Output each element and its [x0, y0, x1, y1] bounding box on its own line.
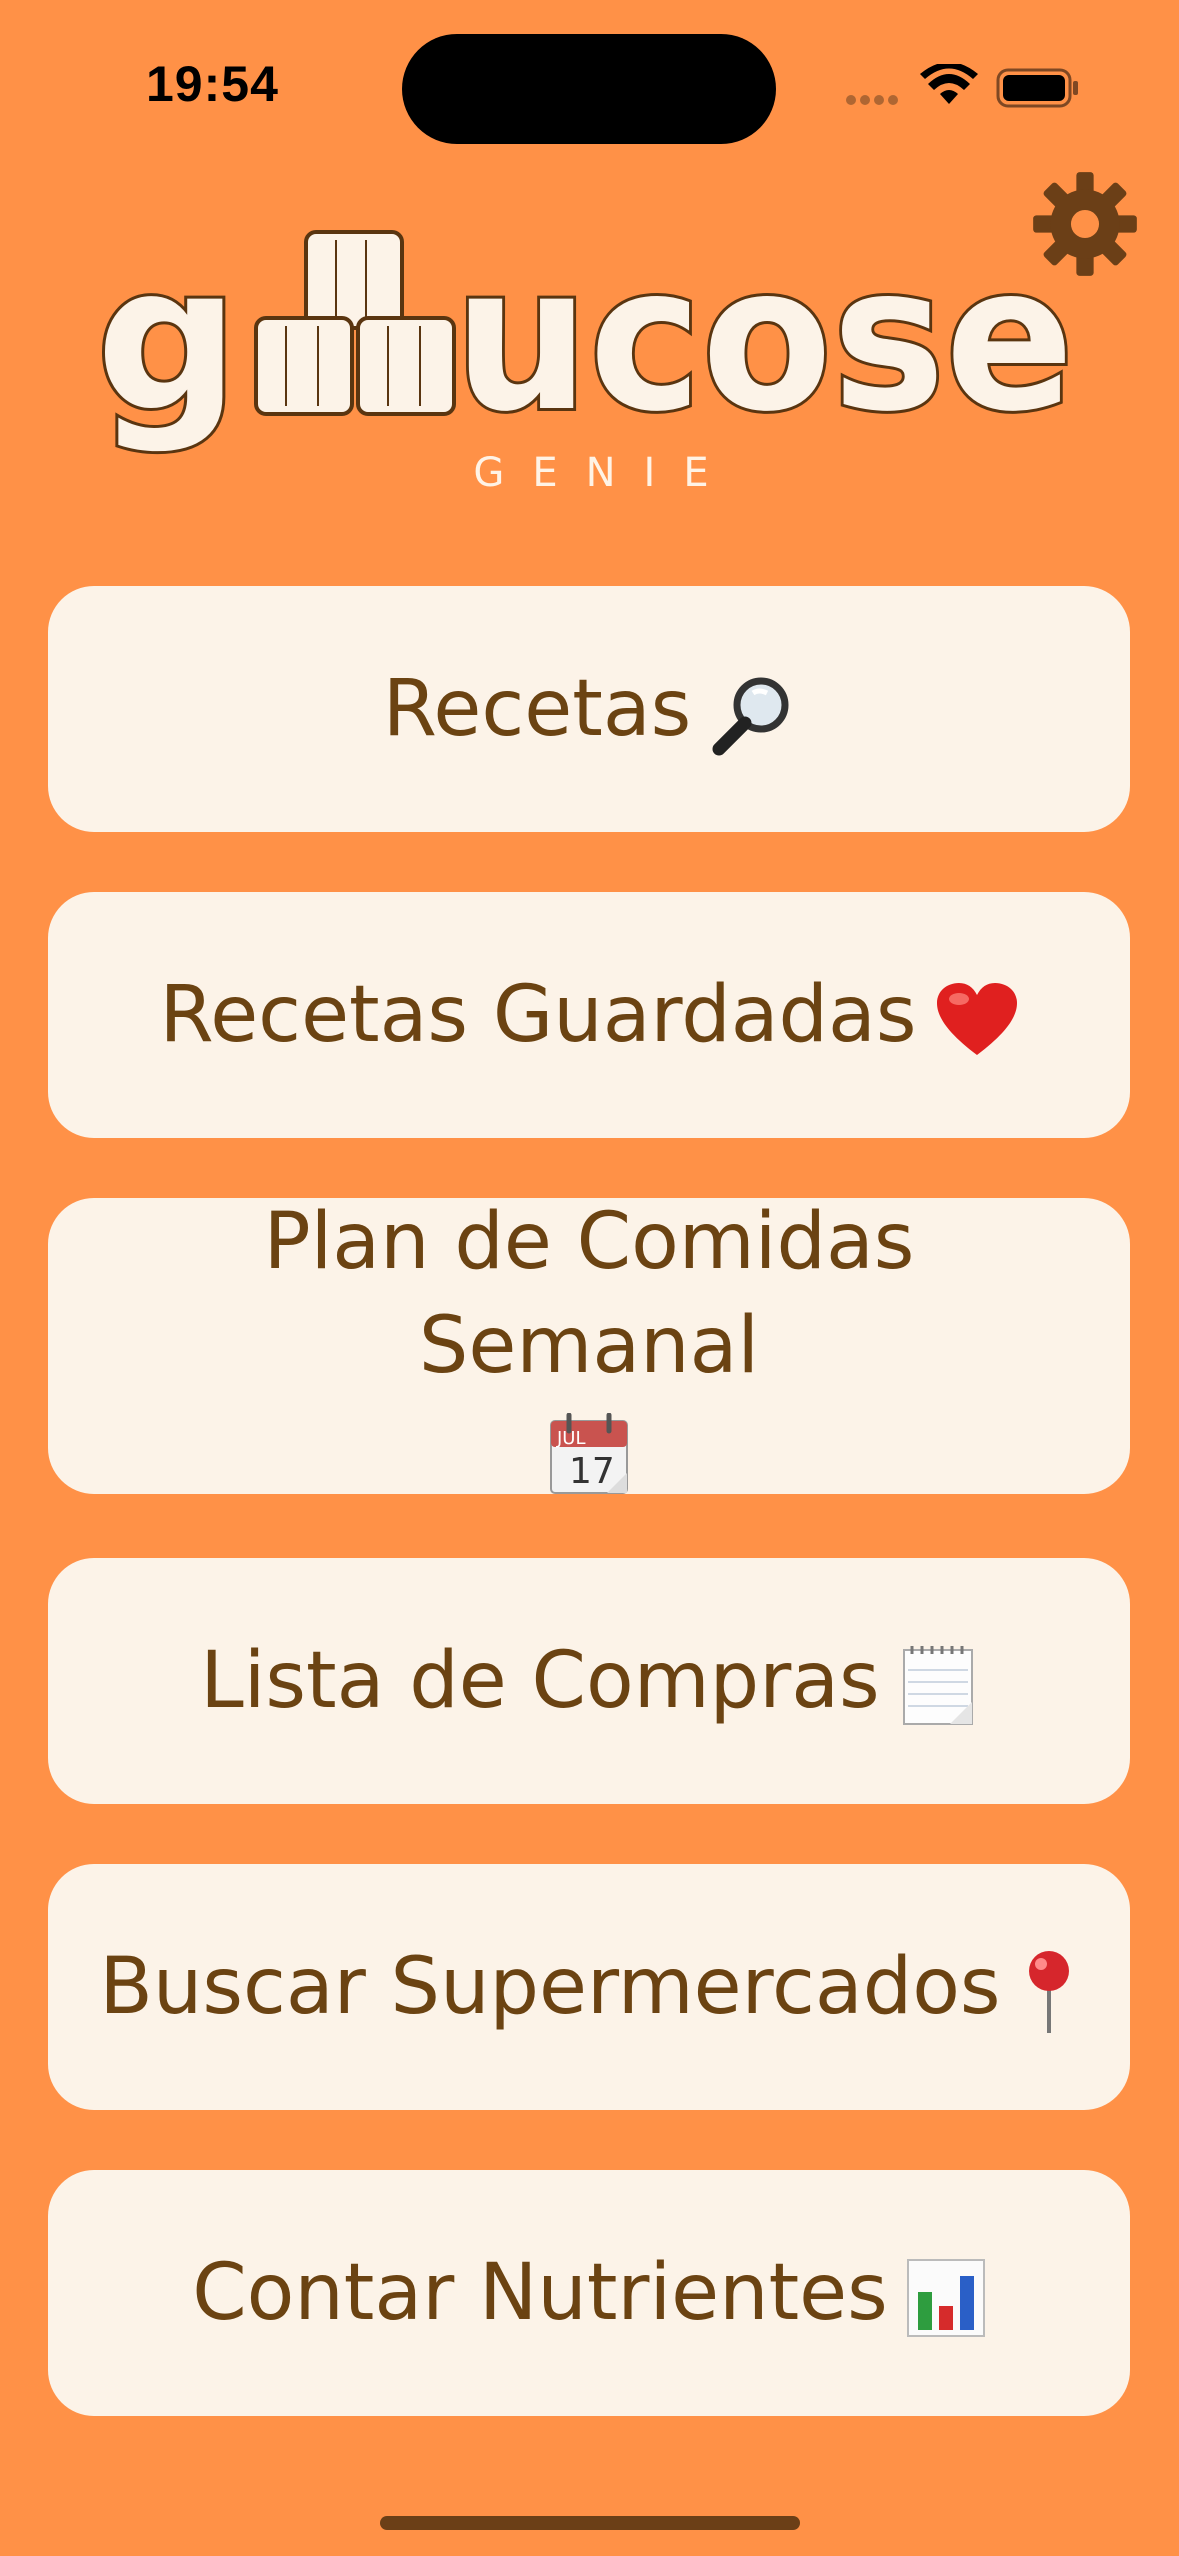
logo-text: g [96, 223, 239, 456]
heart-icon [935, 981, 1019, 1059]
pushpin-icon [1019, 1949, 1079, 2035]
bar-chart-icon [906, 2258, 986, 2338]
dynamic-island [402, 34, 776, 144]
weekly-meal-plan-label: Plan de Comidas Semanal [263, 1197, 915, 1391]
shopping-list-button[interactable]: Lista de Compras [48, 1558, 1130, 1804]
count-nutrients-button[interactable]: Contar Nutrientes [48, 2170, 1130, 2416]
saved-recipes-label: Recetas Guardadas [159, 970, 917, 1060]
app-logo: g ucose GENIE [96, 220, 1086, 520]
find-supermarkets-button[interactable]: Buscar Supermercados [48, 1864, 1130, 2110]
weekly-meal-plan-button[interactable]: Plan de Comidas Semanal JUL 17 [48, 1197, 1130, 1497]
recipes-button[interactable]: Recetas [48, 586, 1130, 832]
battery-icon [996, 68, 1078, 108]
wifi-icon [920, 64, 978, 104]
logo-wordmark: g ucose [96, 220, 1077, 459]
status-time: 19:54 [146, 56, 279, 112]
svg-text:ucose: ucose [454, 223, 1074, 456]
calendar-month: JUL [556, 1428, 586, 1449]
magnifier-icon [709, 671, 795, 757]
home-indicator[interactable] [380, 2516, 800, 2530]
recipes-label: Recetas [382, 664, 692, 754]
calendar-day: 17 [569, 1451, 615, 1492]
count-nutrients-label: Contar Nutrientes [192, 2248, 888, 2338]
calendar-icon: JUL 17 [547, 1412, 631, 1497]
find-supermarkets-label: Buscar Supermercados [99, 1942, 1001, 2032]
logo-subtitle: GENIE [473, 450, 737, 496]
signal-icon [846, 95, 898, 105]
notepad-icon [898, 1644, 978, 1728]
saved-recipes-button[interactable]: Recetas Guardadas [48, 892, 1130, 1138]
shopping-list-label: Lista de Compras [200, 1636, 880, 1726]
